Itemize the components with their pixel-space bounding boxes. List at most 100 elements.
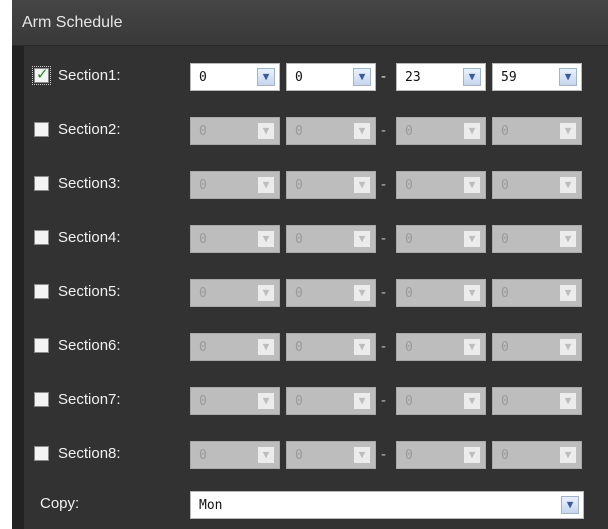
chevron-down-icon[interactable]: ▼	[353, 338, 371, 356]
section-2-end-hour-select[interactable]: 0 ▼	[396, 117, 486, 145]
chevron-down-icon[interactable]: ▼	[463, 446, 481, 464]
chevron-down-icon[interactable]: ▼	[257, 446, 275, 464]
section-7-start-minute-select[interactable]: 0 ▼	[286, 387, 376, 415]
section-8-end-hour-select[interactable]: 0 ▼	[396, 441, 486, 469]
chevron-down-icon[interactable]: ▼	[353, 122, 371, 140]
chevron-down-icon[interactable]: ▼	[353, 230, 371, 248]
time-range-dash: -	[381, 284, 386, 301]
chevron-down-icon[interactable]: ▼	[463, 392, 481, 410]
section-8-end-minute-select[interactable]: 0 ▼	[492, 441, 582, 469]
copy-select[interactable]: Mon ▼	[190, 491, 584, 519]
section-4-start-hour-select[interactable]: 0 ▼	[190, 225, 280, 253]
section-1-end-hour-select[interactable]: 23 ▼	[396, 63, 486, 91]
section-5-end-hour-select[interactable]: 0 ▼	[396, 279, 486, 307]
section-8-checkbox[interactable]	[34, 446, 49, 461]
time-range-dash: -	[381, 176, 386, 193]
chevron-down-icon[interactable]: ▼	[353, 392, 371, 410]
chevron-down-icon[interactable]: ▼	[559, 230, 577, 248]
select-value: 0	[199, 70, 207, 85]
select-value: 23	[405, 70, 421, 85]
chevron-down-icon[interactable]: ▼	[257, 68, 275, 86]
chevron-down-icon[interactable]: ▼	[257, 176, 275, 194]
section-6-start-minute-select[interactable]: 0 ▼	[286, 333, 376, 361]
chevron-down-icon[interactable]: ▼	[559, 68, 577, 86]
section-7-start-hour-select[interactable]: 0 ▼	[190, 387, 280, 415]
section-6-end-hour-select[interactable]: 0 ▼	[396, 333, 486, 361]
chevron-down-icon[interactable]: ▼	[353, 176, 371, 194]
section-5-start-minute-select[interactable]: 0 ▼	[286, 279, 376, 307]
section-6-start-hour-select[interactable]: 0 ▼	[190, 333, 280, 361]
section-2-end-minute-select[interactable]: 0 ▼	[492, 117, 582, 145]
section-3-end-hour-select[interactable]: 0 ▼	[396, 171, 486, 199]
chevron-down-icon[interactable]: ▼	[353, 446, 371, 464]
chevron-down-icon[interactable]: ▼	[463, 284, 481, 302]
section-7-end-minute-select[interactable]: 0 ▼	[492, 387, 582, 415]
section-3-start-hour-select[interactable]: 0 ▼	[190, 171, 280, 199]
section-4-end-minute-select[interactable]: 0 ▼	[492, 225, 582, 253]
select-value: 0	[295, 232, 303, 247]
chevron-down-icon[interactable]: ▼	[559, 176, 577, 194]
section-row-4: Section4: 0 ▼ 0 ▼ -0 ▼ 0 ▼	[12, 218, 608, 258]
section-4-end-hour-select[interactable]: 0 ▼	[396, 225, 486, 253]
section-3-end-minute-select[interactable]: 0 ▼	[492, 171, 582, 199]
chevron-down-icon[interactable]: ▼	[561, 496, 579, 514]
select-value: 0	[199, 178, 207, 193]
chevron-down-icon[interactable]: ▼	[463, 338, 481, 356]
section-1-end-minute-select[interactable]: 59 ▼	[492, 63, 582, 91]
select-value: 0	[199, 448, 207, 463]
section-row-2: Section2: 0 ▼ 0 ▼ -0 ▼ 0 ▼	[12, 110, 608, 150]
section-8-start-minute-select[interactable]: 0 ▼	[286, 441, 376, 469]
section-2-label: Section2:	[58, 121, 121, 138]
section-8-start-hour-select[interactable]: 0 ▼	[190, 441, 280, 469]
chevron-down-icon[interactable]: ▼	[559, 338, 577, 356]
section-5-checkbox[interactable]	[34, 284, 49, 299]
section-3-start-minute-select[interactable]: 0 ▼	[286, 171, 376, 199]
section-2-start-minute-select[interactable]: 0 ▼	[286, 117, 376, 145]
chevron-down-icon[interactable]: ▼	[353, 284, 371, 302]
section-6-label: Section6:	[58, 337, 121, 354]
chevron-down-icon[interactable]: ▼	[257, 122, 275, 140]
section-1-label: Section1:	[58, 67, 121, 84]
select-value: 0	[405, 286, 413, 301]
select-value: 0	[501, 178, 509, 193]
section-4-checkbox[interactable]	[34, 230, 49, 245]
section-2-start-hour-select[interactable]: 0 ▼	[190, 117, 280, 145]
panel-title: Arm Schedule	[12, 0, 608, 46]
chevron-down-icon[interactable]: ▼	[559, 446, 577, 464]
section-4-start-minute-select[interactable]: 0 ▼	[286, 225, 376, 253]
chevron-down-icon[interactable]: ▼	[559, 122, 577, 140]
chevron-down-icon[interactable]: ▼	[463, 122, 481, 140]
select-value: 0	[501, 394, 509, 409]
select-value: 0	[501, 286, 509, 301]
chevron-down-icon[interactable]: ▼	[257, 338, 275, 356]
select-value: 0	[199, 286, 207, 301]
section-5-label: Section5:	[58, 283, 121, 300]
chevron-down-icon[interactable]: ▼	[353, 68, 371, 86]
select-value: 0	[405, 394, 413, 409]
section-5-end-minute-select[interactable]: 0 ▼	[492, 279, 582, 307]
section-1-start-minute-select[interactable]: 0 ▼	[286, 63, 376, 91]
section-3-label: Section3:	[58, 175, 121, 192]
section-5-start-hour-select[interactable]: 0 ▼	[190, 279, 280, 307]
chevron-down-icon[interactable]: ▼	[463, 230, 481, 248]
section-1-checkbox[interactable]: ✓	[32, 66, 51, 85]
section-1-start-hour-select[interactable]: 0 ▼	[190, 63, 280, 91]
chevron-down-icon[interactable]: ▼	[463, 176, 481, 194]
chevron-down-icon[interactable]: ▼	[257, 392, 275, 410]
time-range-dash: -	[381, 392, 386, 409]
time-range-dash: -	[381, 68, 386, 85]
section-2-checkbox[interactable]	[34, 122, 49, 137]
section-7-end-hour-select[interactable]: 0 ▼	[396, 387, 486, 415]
chevron-down-icon[interactable]: ▼	[463, 68, 481, 86]
chevron-down-icon[interactable]: ▼	[257, 230, 275, 248]
section-3-checkbox[interactable]	[34, 176, 49, 191]
chevron-down-icon[interactable]: ▼	[559, 392, 577, 410]
section-6-checkbox[interactable]	[34, 338, 49, 353]
chevron-down-icon[interactable]: ▼	[559, 284, 577, 302]
copy-select-value: Mon	[199, 498, 223, 513]
copy-label: Copy:	[40, 495, 80, 512]
chevron-down-icon[interactable]: ▼	[257, 284, 275, 302]
section-7-checkbox[interactable]	[34, 392, 49, 407]
section-6-end-minute-select[interactable]: 0 ▼	[492, 333, 582, 361]
select-value: 0	[405, 232, 413, 247]
